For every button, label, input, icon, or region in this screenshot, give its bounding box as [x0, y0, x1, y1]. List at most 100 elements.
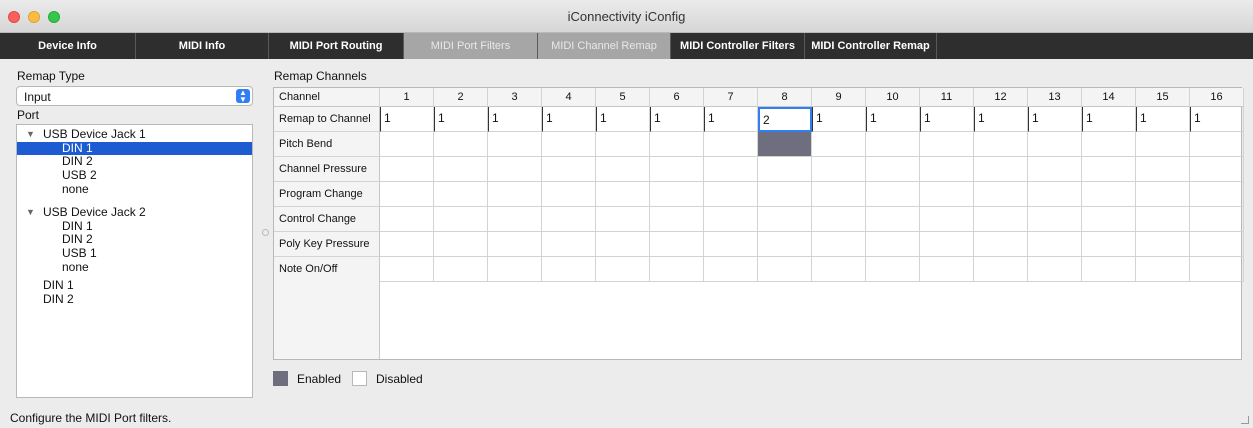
- filter-cell[interactable]: [542, 207, 596, 232]
- filter-cell[interactable]: [1136, 207, 1190, 232]
- filter-cell[interactable]: [866, 182, 920, 207]
- remap-channel-input-15[interactable]: 1: [1136, 107, 1190, 132]
- tree-item-din-2[interactable]: DIN 2: [17, 233, 252, 246]
- filter-cell[interactable]: [542, 157, 596, 182]
- remap-channel-input-6[interactable]: 1: [650, 107, 704, 132]
- filter-cell[interactable]: [1136, 182, 1190, 207]
- filter-cell[interactable]: [488, 182, 542, 207]
- filter-cell[interactable]: [704, 207, 758, 232]
- tree-item-din-1[interactable]: DIN 1: [17, 220, 252, 233]
- filter-cell[interactable]: [380, 157, 434, 182]
- filter-cell[interactable]: [758, 157, 812, 182]
- filter-cell[interactable]: [650, 232, 704, 257]
- tab-midi-port-routing[interactable]: MIDI Port Routing: [269, 33, 404, 59]
- filter-cell[interactable]: [758, 232, 812, 257]
- filter-cell[interactable]: [434, 182, 488, 207]
- tree-item-none[interactable]: none: [17, 183, 252, 196]
- tab-midi-channel-remap[interactable]: MIDI Channel Remap: [538, 33, 671, 59]
- filter-cell[interactable]: [434, 232, 488, 257]
- filter-cell[interactable]: [758, 132, 812, 157]
- remap-channel-input-10[interactable]: 1: [866, 107, 920, 132]
- tab-midi-port-filters[interactable]: MIDI Port Filters: [404, 33, 538, 59]
- filter-cell[interactable]: [1136, 157, 1190, 182]
- filter-cell[interactable]: [866, 157, 920, 182]
- remap-channel-input-11[interactable]: 1: [920, 107, 974, 132]
- filter-cell[interactable]: [1028, 157, 1082, 182]
- tab-midi-info[interactable]: MIDI Info: [136, 33, 269, 59]
- filter-cell[interactable]: [704, 157, 758, 182]
- filter-cell[interactable]: [380, 132, 434, 157]
- tree-item-din-1[interactable]: DIN 1: [17, 142, 252, 155]
- tree-item-none[interactable]: none: [17, 261, 252, 274]
- filter-cell[interactable]: [866, 207, 920, 232]
- disclosure-triangle-icon[interactable]: ▼: [26, 128, 35, 141]
- filter-cell[interactable]: [596, 182, 650, 207]
- filter-cell[interactable]: [1082, 207, 1136, 232]
- remap-channel-input-8[interactable]: 2: [758, 107, 812, 132]
- tab-midi-controller-remap[interactable]: MIDI Controller Remap: [805, 33, 937, 59]
- filter-cell[interactable]: [758, 257, 812, 282]
- filter-cell[interactable]: [596, 232, 650, 257]
- filter-cell[interactable]: [542, 182, 596, 207]
- filter-cell[interactable]: [542, 232, 596, 257]
- remap-channel-input-5[interactable]: 1: [596, 107, 650, 132]
- remap-channel-input-16[interactable]: 1: [1190, 107, 1244, 132]
- filter-cell[interactable]: [974, 207, 1028, 232]
- filter-cell[interactable]: [596, 157, 650, 182]
- tree-item-din-2[interactable]: DIN 2: [17, 155, 252, 168]
- filter-cell[interactable]: [596, 207, 650, 232]
- disclosure-triangle-icon[interactable]: ▼: [26, 206, 35, 219]
- filter-cell[interactable]: [974, 232, 1028, 257]
- filter-cell[interactable]: [812, 182, 866, 207]
- remap-channel-input-13[interactable]: 1: [1028, 107, 1082, 132]
- filter-cell[interactable]: [866, 132, 920, 157]
- filter-cell[interactable]: [488, 257, 542, 282]
- remap-channel-input-7[interactable]: 1: [704, 107, 758, 132]
- filter-cell[interactable]: [974, 132, 1028, 157]
- filter-cell[interactable]: [812, 257, 866, 282]
- filter-cell[interactable]: [488, 132, 542, 157]
- filter-cell[interactable]: [758, 207, 812, 232]
- filter-cell[interactable]: [1190, 257, 1244, 282]
- filter-cell[interactable]: [434, 157, 488, 182]
- tree-item-usb-1[interactable]: USB 1: [17, 247, 252, 260]
- filter-cell[interactable]: [1028, 207, 1082, 232]
- tree-item-din-1[interactable]: DIN 1: [17, 279, 252, 292]
- filter-cell[interactable]: [866, 257, 920, 282]
- filter-cell[interactable]: [542, 257, 596, 282]
- splitter-handle[interactable]: [262, 229, 269, 236]
- filter-cell[interactable]: [650, 157, 704, 182]
- filter-cell[interactable]: [1082, 182, 1136, 207]
- filter-cell[interactable]: [704, 132, 758, 157]
- filter-cell[interactable]: [596, 257, 650, 282]
- remap-channel-input-12[interactable]: 1: [974, 107, 1028, 132]
- filter-cell[interactable]: [434, 207, 488, 232]
- filter-cell[interactable]: [1136, 232, 1190, 257]
- resize-grip-icon[interactable]: [1241, 416, 1249, 424]
- filter-cell[interactable]: [812, 132, 866, 157]
- tree-item-din-2[interactable]: DIN 2: [17, 293, 252, 306]
- filter-cell[interactable]: [488, 232, 542, 257]
- filter-cell[interactable]: [1190, 132, 1244, 157]
- remap-type-select[interactable]: Input ▲ ▼: [16, 86, 253, 106]
- filter-cell[interactable]: [974, 157, 1028, 182]
- filter-cell[interactable]: [1190, 232, 1244, 257]
- filter-cell[interactable]: [704, 257, 758, 282]
- remap-channel-input-2[interactable]: 1: [434, 107, 488, 132]
- filter-cell[interactable]: [920, 257, 974, 282]
- filter-cell[interactable]: [1136, 132, 1190, 157]
- filter-cell[interactable]: [380, 207, 434, 232]
- tree-item-usb-2[interactable]: USB 2: [17, 169, 252, 182]
- filter-cell[interactable]: [596, 132, 650, 157]
- filter-cell[interactable]: [488, 157, 542, 182]
- filter-cell[interactable]: [812, 157, 866, 182]
- filter-cell[interactable]: [1190, 207, 1244, 232]
- tree-item-usb-device-jack-2[interactable]: ▼ USB Device Jack 2: [17, 206, 252, 219]
- filter-cell[interactable]: [1028, 182, 1082, 207]
- remap-channel-input-3[interactable]: 1: [488, 107, 542, 132]
- filter-cell[interactable]: [1082, 257, 1136, 282]
- filter-cell[interactable]: [1082, 157, 1136, 182]
- filter-cell[interactable]: [650, 207, 704, 232]
- filter-cell[interactable]: [920, 207, 974, 232]
- remap-channel-input-1[interactable]: 1: [380, 107, 434, 132]
